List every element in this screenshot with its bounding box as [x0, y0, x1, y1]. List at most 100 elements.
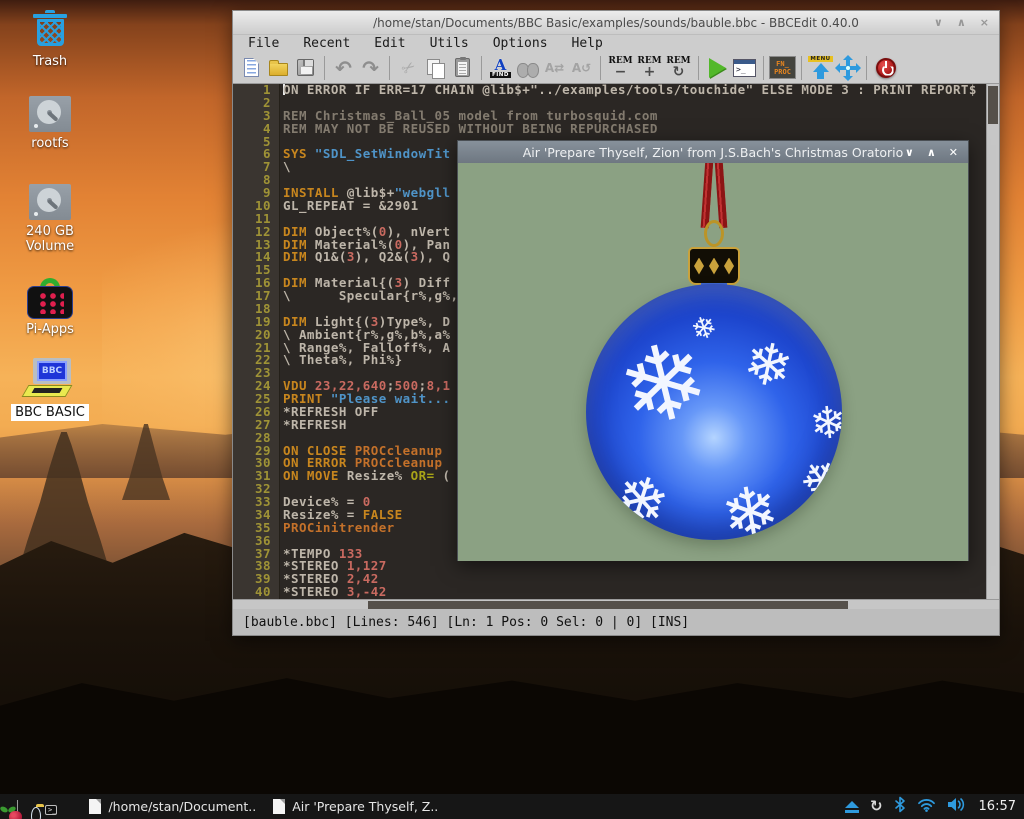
move-window-button[interactable]	[834, 54, 861, 81]
menu-file[interactable]: File	[248, 36, 279, 51]
open-file-button[interactable]	[265, 54, 292, 81]
rem-remove-button[interactable]: REM −	[606, 54, 635, 81]
toolbar-separator	[763, 56, 764, 80]
cycle-icon: ↻	[673, 65, 685, 79]
binoculars-icon	[517, 63, 539, 77]
bluetooth-button[interactable]	[894, 796, 906, 817]
wifi-button[interactable]	[917, 797, 936, 816]
rem-toggle-button[interactable]: REM ↻	[664, 54, 693, 81]
move-arrows-icon	[836, 56, 860, 80]
document-icon	[273, 799, 285, 814]
save-button[interactable]	[292, 54, 319, 81]
taskbar-task-bauble[interactable]: Air 'Prepare Thyself, Z..	[269, 797, 442, 816]
desktop-icon-label: 240 GB Volume	[15, 224, 85, 254]
desktop-icon-label: Pi-Apps	[26, 322, 74, 337]
redo-button[interactable]: ↷	[357, 54, 384, 81]
desktop-icon-label: Trash	[33, 54, 67, 69]
code-text: REM MAY NOT BE REUSED WITHOUT BEING REPU…	[280, 123, 658, 136]
vertical-scrollbar[interactable]	[986, 84, 999, 599]
code-line[interactable]: 40*STEREO 3,-42	[233, 586, 999, 599]
fn-proc-icon: FN_PROC	[769, 56, 796, 79]
replace-all-icon: A↺	[572, 62, 591, 74]
cut-button[interactable]: ✂	[395, 54, 422, 81]
hard-disk-icon	[29, 184, 71, 220]
bauble-window-title: Air 'Prepare Thyself, Zion' from J.S.Bac…	[523, 145, 904, 160]
menu-up-arrow-icon: MENU	[808, 56, 832, 79]
new-file-button[interactable]	[238, 54, 265, 81]
copy-button[interactable]	[422, 54, 449, 81]
code-line[interactable]: 1ON ERROR IF ERR=17 CHAIN @lib$+"../exam…	[233, 84, 999, 97]
taskbar-task-bbcedit[interactable]: /home/stan/Document..	[85, 797, 260, 816]
toolbar-separator	[481, 56, 482, 80]
quit-button[interactable]	[872, 54, 899, 81]
code-text: DIM Q1&(3), Q2&(3), Q	[280, 251, 451, 264]
code-text: GL_REPEAT = &2901	[280, 200, 419, 213]
terminal-launcher[interactable]: >_	[45, 797, 57, 816]
paste-button[interactable]	[449, 54, 476, 81]
line-number: 7	[233, 161, 280, 174]
code-text: \ Specular{r%,g%,	[280, 290, 458, 303]
menu-options[interactable]: Options	[493, 36, 548, 51]
trash-icon	[30, 10, 70, 50]
maximize-icon[interactable]: ∧	[957, 16, 966, 29]
menu-utils[interactable]: Utils	[430, 36, 469, 51]
shade-icon[interactable]: ∨	[905, 146, 914, 159]
find-next-button[interactable]	[514, 54, 541, 81]
run-button[interactable]	[704, 54, 731, 81]
fn-proc-list-button[interactable]: FN_PROC	[769, 54, 796, 81]
rem-add-button[interactable]: REM +	[635, 54, 664, 81]
find-button[interactable]: A FIND	[487, 54, 514, 81]
horizontal-scrollbar[interactable]	[233, 599, 999, 609]
line-number: 2	[233, 97, 280, 110]
editor-title-bar[interactable]: /home/stan/Documents/BBC Basic/examples/…	[233, 11, 999, 35]
line-number: 3	[233, 110, 280, 123]
eject-button[interactable]	[845, 801, 859, 813]
replace-all-button[interactable]: A↺	[568, 54, 595, 81]
bauble-title-bar[interactable]: Air 'Prepare Thyself, Zion' from J.S.Bac…	[458, 141, 968, 163]
menu-recent[interactable]: Recent	[303, 36, 350, 51]
replace-button[interactable]: A⇄	[541, 54, 568, 81]
snowflake-icon: ❄	[717, 476, 785, 540]
desktop-icon-240gb-volume[interactable]: 240 GB Volume	[2, 184, 98, 254]
updates-icon[interactable]: ↻	[870, 799, 883, 814]
desktop-icon-label: rootfs	[31, 136, 68, 151]
wifi-icon	[917, 798, 936, 812]
line-number: 40	[233, 586, 280, 599]
volume-button[interactable]	[947, 797, 968, 816]
line-number: 4	[233, 123, 280, 136]
code-text: *REFRESH	[280, 419, 347, 432]
desktop: Trash rootfs 240 GB Volume Pi-Apps BBC B…	[0, 0, 1024, 819]
menu-help[interactable]: Help	[572, 36, 603, 51]
volume-icon	[947, 797, 968, 812]
editor-window-title: /home/stan/Documents/BBC Basic/examples/…	[373, 16, 859, 30]
find-icon: A FIND	[490, 58, 511, 78]
new-file-icon	[244, 58, 259, 77]
open-folder-icon	[269, 63, 288, 76]
menu-up-button[interactable]: MENU	[807, 54, 834, 81]
line-number: 6	[233, 148, 280, 161]
close-icon[interactable]: ×	[980, 16, 989, 29]
maximize-icon[interactable]: ∧	[927, 146, 936, 159]
clock[interactable]: 16:57	[979, 799, 1016, 814]
menu-edit[interactable]: Edit	[374, 36, 405, 51]
close-icon[interactable]: ✕	[949, 146, 958, 159]
shade-icon[interactable]: ∨	[934, 16, 943, 29]
desktop-icon-trash[interactable]: Trash	[2, 10, 98, 69]
desktop-icon-bbc-basic[interactable]: BBC BBC BASIC	[2, 358, 98, 421]
vertical-scrollbar-thumb[interactable]	[988, 86, 998, 124]
desktop-icon-pi-apps[interactable]: Pi-Apps	[2, 278, 98, 337]
bbc-basic-icon: BBC	[25, 358, 75, 400]
status-text: [bauble.bbc] [Lines: 546] [Ln: 1 Pos: 0 …	[243, 615, 689, 630]
desktop-icon-rootfs[interactable]: rootfs	[2, 96, 98, 151]
run-terminal-button[interactable]: >_	[731, 54, 758, 81]
editor-menu-bar: File Recent Edit Utils Options Help	[233, 35, 999, 52]
line-number: 8	[233, 174, 280, 187]
toolbar-separator	[801, 56, 802, 80]
task-label: /home/stan/Document..	[108, 799, 256, 814]
ribbon-strand	[715, 163, 728, 228]
plus-icon: +	[644, 65, 656, 79]
bauble-render-canvas[interactable]: ❄ ❄ ❄ ❄ ❄ ❄ ❄	[458, 163, 968, 561]
undo-button[interactable]: ↶	[330, 54, 357, 81]
horizontal-scrollbar-thumb[interactable]	[368, 601, 848, 609]
code-line[interactable]: 4REM MAY NOT BE REUSED WITHOUT BEING REP…	[233, 123, 999, 136]
